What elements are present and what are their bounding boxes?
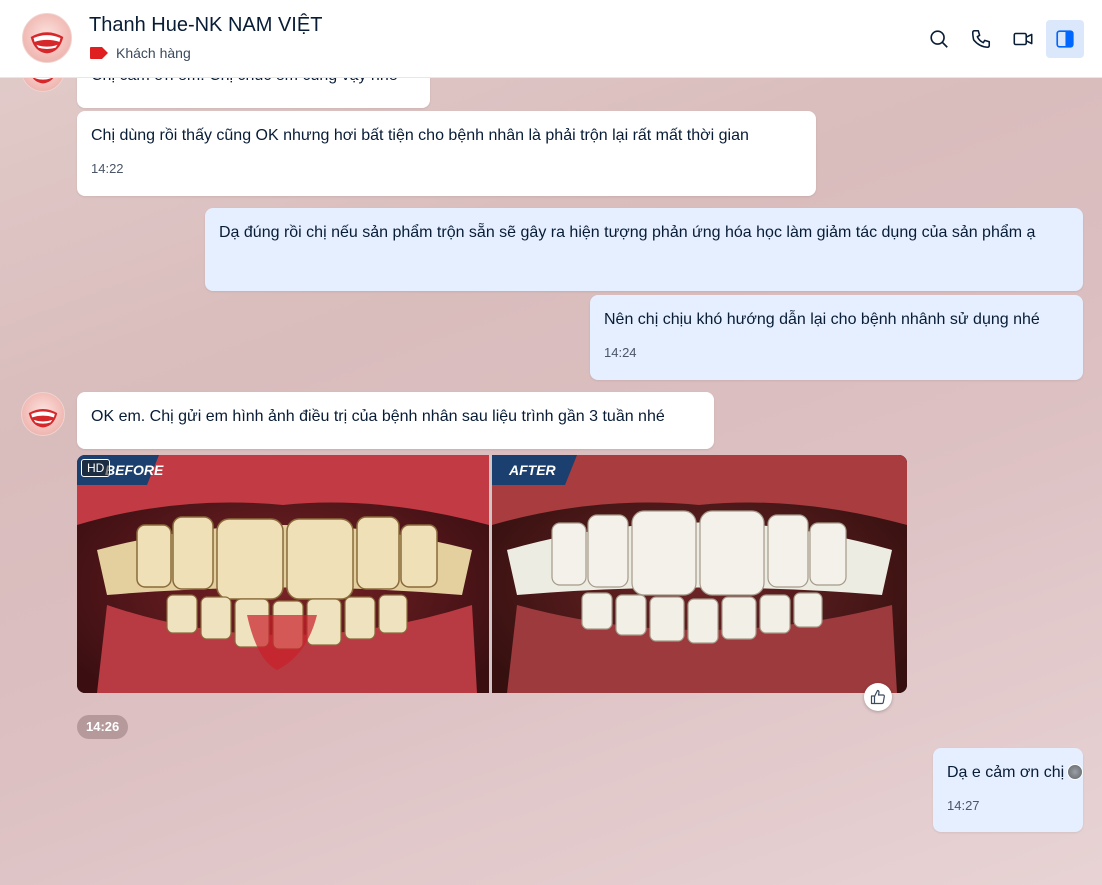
contact-avatar-small[interactable]	[21, 392, 65, 436]
contact-avatar[interactable]	[22, 13, 72, 63]
message-text: Nên chị chịu khó hướng dẫn lại cho bệnh …	[604, 311, 1040, 328]
message-bubble-outgoing[interactable]: Dạ đúng rồi chị nếu sản phẩm trộn sẵn sẽ…	[205, 208, 1083, 291]
contact-tag-label: Khách hàng	[116, 45, 191, 61]
after-label: AFTER	[508, 462, 557, 478]
sidebar-toggle-icon	[1056, 30, 1074, 48]
chat-header: Thanh Hue-NK NAM VIỆT Khách hàng	[0, 0, 1102, 78]
video-call-icon	[1013, 32, 1033, 46]
before-label: BEFORE	[105, 462, 164, 478]
video-call-button[interactable]	[1004, 20, 1042, 58]
message-bubble[interactable]: OK em. Chị gửi em hình ảnh điều trị của …	[77, 392, 714, 449]
message-time: 14:22	[91, 161, 124, 176]
search-button[interactable]	[920, 20, 958, 58]
seen-indicator-avatar	[1067, 764, 1083, 780]
message-time: 14:27	[947, 798, 980, 813]
before-after-teeth-photo: BEFORE AFTER	[77, 455, 907, 693]
tag-icon	[90, 47, 108, 59]
message-time: 14:26	[77, 715, 129, 739]
conversation-title: Thanh Hue-NK NAM VIỆT	[89, 14, 323, 36]
search-icon	[930, 30, 948, 48]
message-text: Chị dùng rồi thấy cũng OK nhưng hơi bất …	[91, 127, 749, 144]
message-bubble[interactable]: Chị dùng rồi thấy cũng OK nhưng hơi bất …	[77, 111, 816, 196]
shared-photo[interactable]: BEFORE AFTER HD	[77, 455, 907, 693]
message-time: 14:24	[604, 345, 637, 360]
thumbs-up-icon	[870, 689, 885, 705]
react-button[interactable]	[864, 683, 892, 711]
message-list[interactable]: Chị cảm ơn em. Chị chúc em cũng vậy nhé …	[0, 48, 1102, 885]
message-bubble-outgoing[interactable]: Dạ e cảm ơn chị 14:27	[933, 748, 1083, 832]
message-text: OK em. Chị gửi em hình ảnh điều trị của …	[91, 408, 665, 425]
message-bubble-outgoing[interactable]: Nên chị chịu khó hướng dẫn lại cho bệnh …	[590, 295, 1083, 380]
voice-call-button[interactable]	[962, 20, 1000, 58]
contact-tag[interactable]: Khách hàng	[90, 45, 191, 61]
message-text: Dạ đúng rồi chị nếu sản phẩm trộn sẵn sẽ…	[219, 224, 1036, 241]
hd-badge: HD	[81, 459, 111, 477]
message-text: Dạ e cảm ơn chị	[947, 764, 1065, 781]
phone-icon	[971, 29, 991, 49]
conversation-info-button[interactable]	[1046, 20, 1084, 58]
